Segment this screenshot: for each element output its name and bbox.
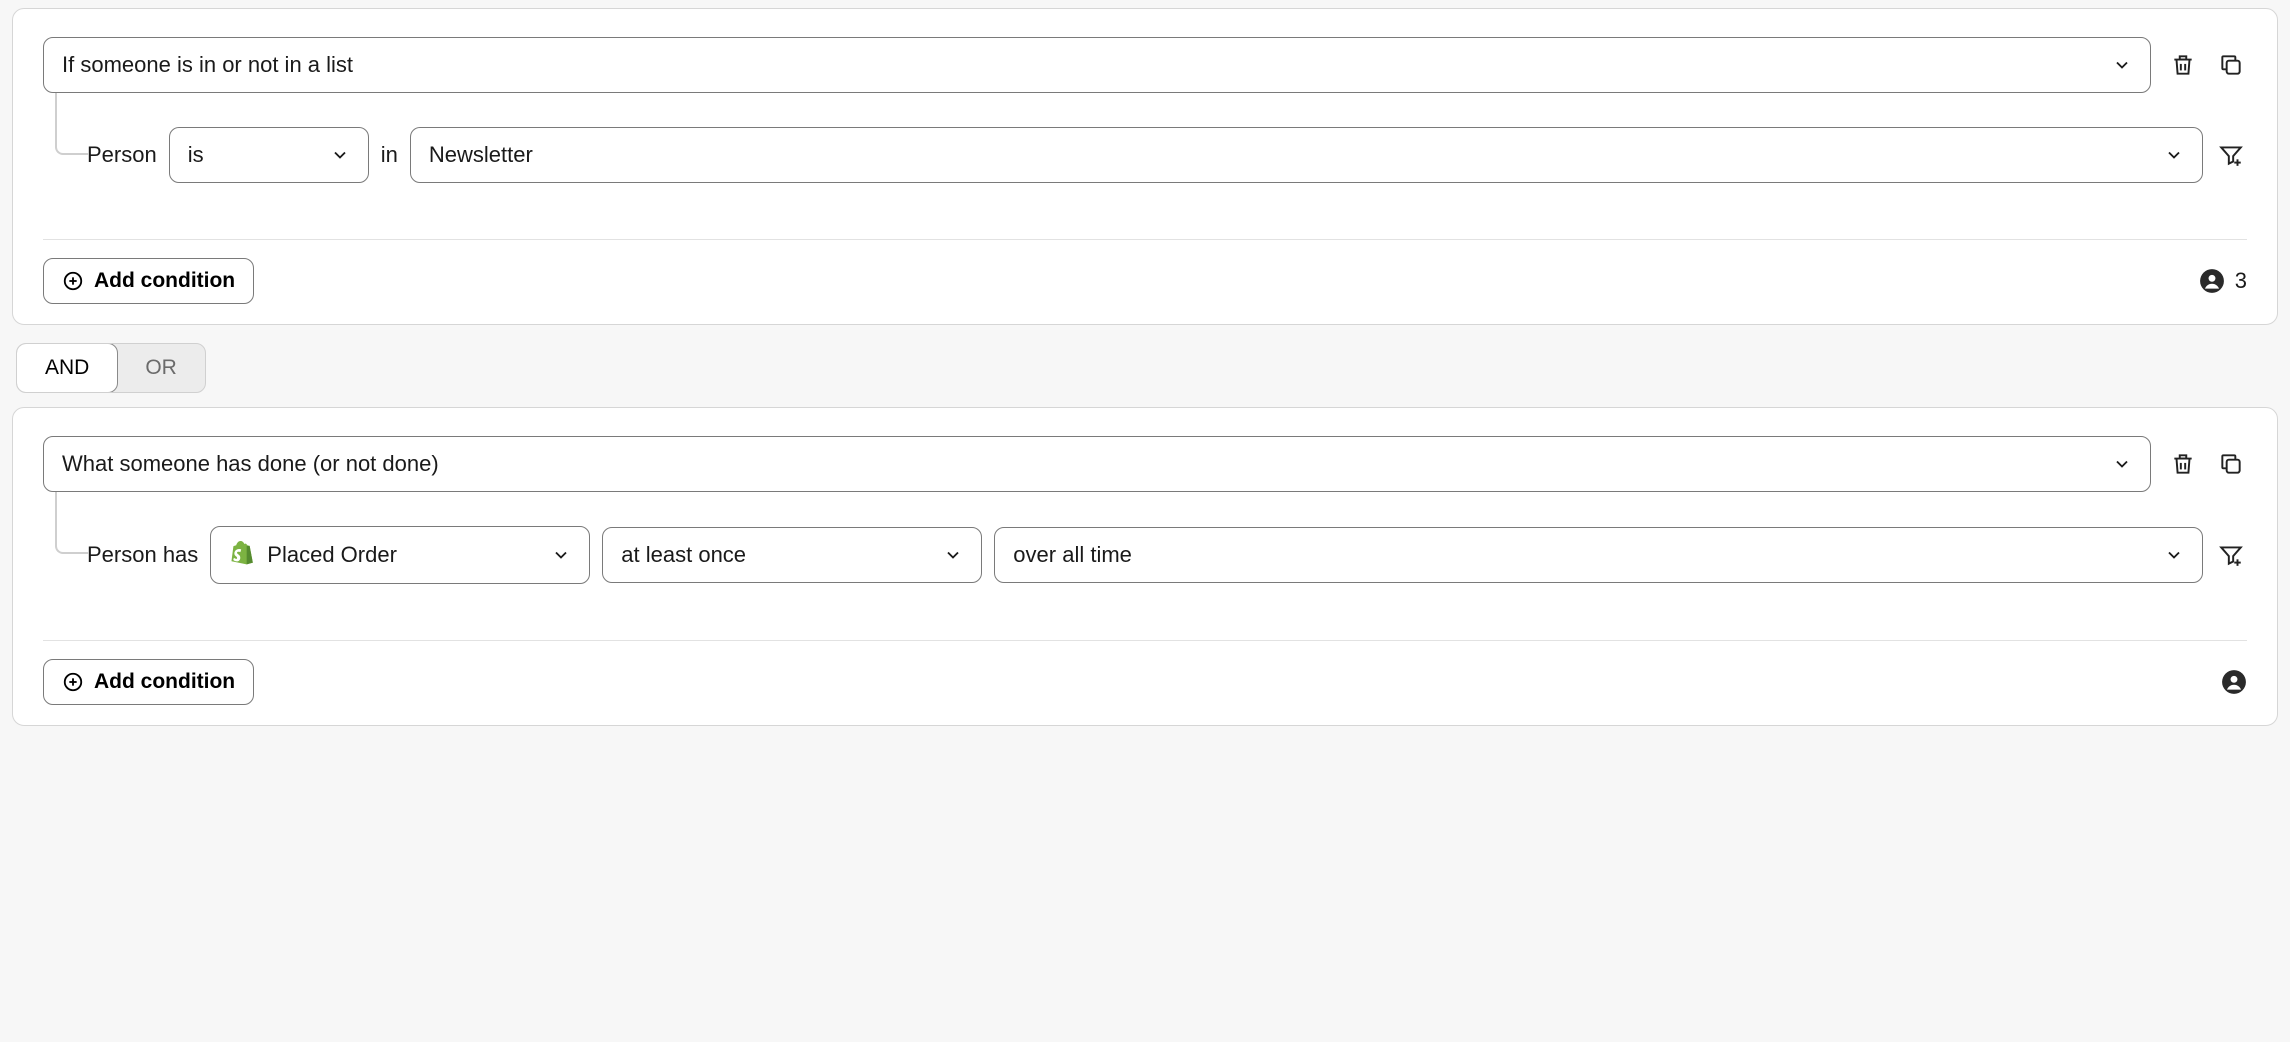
chevron-down-icon xyxy=(943,545,963,565)
filter-add-icon xyxy=(2218,542,2244,568)
plus-circle-icon xyxy=(62,671,84,693)
add-condition-label: Add condition xyxy=(94,269,235,293)
frequency-select[interactable]: at least once xyxy=(602,527,982,583)
list-value: Newsletter xyxy=(429,142,533,168)
condition-type-row: If someone is in or not in a list xyxy=(43,37,2247,93)
logic-and-tab[interactable]: AND xyxy=(16,343,118,393)
connector-line xyxy=(55,93,89,155)
trash-icon xyxy=(2170,451,2196,477)
shopify-icon xyxy=(229,541,255,569)
operator-value: is xyxy=(188,142,204,168)
connector-line xyxy=(55,492,89,554)
plus-circle-icon xyxy=(62,270,84,292)
event-select[interactable]: Placed Order xyxy=(210,526,590,584)
condition-type-select[interactable]: What someone has done (or not done) xyxy=(43,436,2151,492)
group-footer: Add condition 3 xyxy=(43,239,2247,304)
timeframe-select[interactable]: over all time xyxy=(994,527,2203,583)
profile-count-value: 3 xyxy=(2235,268,2247,294)
person-has-label: Person has xyxy=(87,542,198,568)
add-condition-button[interactable]: Add condition xyxy=(43,258,254,304)
delete-button[interactable] xyxy=(2167,448,2199,480)
add-filter-button[interactable] xyxy=(2215,539,2247,571)
profile-count xyxy=(2221,669,2247,695)
chevron-down-icon xyxy=(2112,55,2132,75)
condition-detail-row: Person has Placed Order at least once ov… xyxy=(59,526,2247,584)
person-circle-icon xyxy=(2199,268,2225,294)
list-select[interactable]: Newsletter xyxy=(410,127,2203,183)
chevron-down-icon xyxy=(551,545,571,565)
delete-button[interactable] xyxy=(2167,49,2199,81)
in-label: in xyxy=(381,142,398,168)
frequency-value: at least once xyxy=(621,542,746,568)
timeframe-value: over all time xyxy=(1013,542,1132,568)
add-filter-button[interactable] xyxy=(2215,139,2247,171)
copy-icon xyxy=(2218,52,2244,78)
filter-add-icon xyxy=(2218,142,2244,168)
add-condition-label: Add condition xyxy=(94,670,235,694)
trash-icon xyxy=(2170,52,2196,78)
condition-detail-row: Person is in Newsletter xyxy=(59,127,2247,183)
event-value: Placed Order xyxy=(267,542,397,568)
logic-operator-toggle: AND OR xyxy=(16,343,206,393)
condition-type-value: If someone is in or not in a list xyxy=(62,52,353,78)
chevron-down-icon xyxy=(330,145,350,165)
add-condition-button[interactable]: Add condition xyxy=(43,659,254,705)
profile-count: 3 xyxy=(2199,268,2247,294)
duplicate-button[interactable] xyxy=(2215,49,2247,81)
condition-type-select[interactable]: If someone is in or not in a list xyxy=(43,37,2151,93)
chevron-down-icon xyxy=(2112,454,2132,474)
duplicate-button[interactable] xyxy=(2215,448,2247,480)
person-circle-icon xyxy=(2221,669,2247,695)
condition-group-1: If someone is in or not in a list Person… xyxy=(12,8,2278,325)
copy-icon xyxy=(2218,451,2244,477)
group-footer: Add condition xyxy=(43,640,2247,705)
condition-group-2: What someone has done (or not done) Pers… xyxy=(12,407,2278,726)
operator-select[interactable]: is xyxy=(169,127,369,183)
person-label: Person xyxy=(87,142,157,168)
condition-type-row: What someone has done (or not done) xyxy=(43,436,2247,492)
condition-type-value: What someone has done (or not done) xyxy=(62,451,439,477)
chevron-down-icon xyxy=(2164,545,2184,565)
chevron-down-icon xyxy=(2164,145,2184,165)
logic-or-tab[interactable]: OR xyxy=(117,344,205,392)
